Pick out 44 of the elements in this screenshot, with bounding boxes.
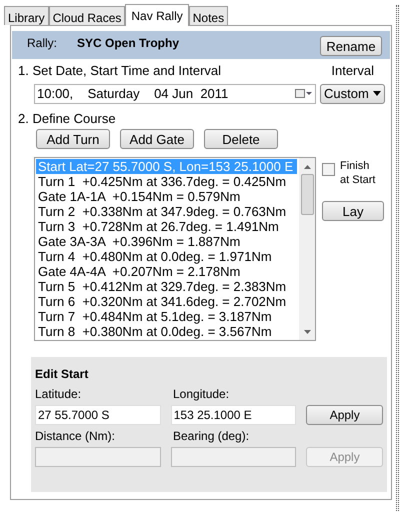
apply-button[interactable]: Apply xyxy=(306,405,384,425)
course-item[interactable]: Gate 1A-1A +0.154Nm = 0.579Nm xyxy=(36,189,297,204)
course-item[interactable]: Turn 3 +0.728Nm at 26.7deg. = 1.491Nm xyxy=(36,219,297,234)
field-label: Distance (Nm): xyxy=(35,428,116,445)
section-label: 2. Define Course xyxy=(17,110,117,128)
course-item[interactable]: Turn 1 +0.425Nm at 336.7deg. = 0.425Nm xyxy=(36,174,297,189)
field-label: Longitude: xyxy=(173,386,230,403)
scrollbar[interactable] xyxy=(299,158,315,340)
course-button[interactable]: Add Turn xyxy=(36,129,110,149)
course-item[interactable]: Turn 2 +0.338Nm at 347.9deg. = 0.763Nm xyxy=(36,204,297,219)
course-item[interactable]: Gate 4A-4A +0.207Nm = 2.178Nm xyxy=(36,264,297,279)
course-item[interactable]: Turn 5 +0.412Nm at 329.7deg. = 2.383Nm xyxy=(36,279,297,294)
tab[interactable]: Nav Rally xyxy=(125,4,189,26)
scrollbar-thumb[interactable] xyxy=(300,174,314,215)
caret-icon xyxy=(373,91,381,96)
rally-label: Rally: xyxy=(27,35,58,52)
course-item[interactable]: Turn 6 +0.320Nm at 341.6deg. = 2.702Nm xyxy=(36,294,297,309)
scroll-down-arrow-icon[interactable] xyxy=(304,330,310,334)
course-item[interactable]: Gate 3A-3A +0.396Nm = 1.887Nm xyxy=(36,234,297,249)
calendar-icon xyxy=(295,89,313,98)
field-label: Bearing (deg): xyxy=(173,428,250,445)
course-item[interactable]: Turn 4 +0.480Nm at 0.0deg. = 1.971Nm xyxy=(36,249,297,264)
interval-dropdown[interactable]: Custom xyxy=(320,84,385,104)
lay-button[interactable]: Lay xyxy=(322,201,384,221)
finish-checkbox[interactable] xyxy=(322,163,335,176)
rally-name: SYC Open Trophy xyxy=(77,35,180,52)
input-field[interactable]: 153 25.1000 E xyxy=(170,405,296,425)
course-list[interactable] xyxy=(34,157,316,341)
course-item[interactable]: Turn 7 +0.484Nm at 5.1deg. = 3.187Nm xyxy=(36,309,297,324)
field-label: Latitude: xyxy=(35,386,82,403)
course-button[interactable]: Add Gate xyxy=(120,129,194,149)
tab[interactable]: Notes xyxy=(188,6,228,25)
panel-title: Edit Start xyxy=(35,366,90,383)
interval-label: Interval xyxy=(331,62,374,80)
scroll-up-arrow-icon[interactable] xyxy=(304,165,310,169)
rename-button[interactable]: Rename xyxy=(320,36,382,56)
section-label: 1. Set Date, Start Time and Interval xyxy=(18,62,222,80)
tab[interactable]: Library xyxy=(4,6,49,25)
tab[interactable]: Cloud Races xyxy=(48,6,126,25)
checkbox-label: Finish at Start xyxy=(340,159,376,187)
course-item[interactable]: Turn 8 +0.380Nm at 0.0deg. = 3.567Nm xyxy=(36,324,297,339)
date-time-field[interactable]: 10:00, Saturday 04 Jun 2011 xyxy=(34,84,316,104)
course-button[interactable]: Delete xyxy=(204,129,278,149)
input-field[interactable]: 27 55.7000 S xyxy=(35,405,161,425)
